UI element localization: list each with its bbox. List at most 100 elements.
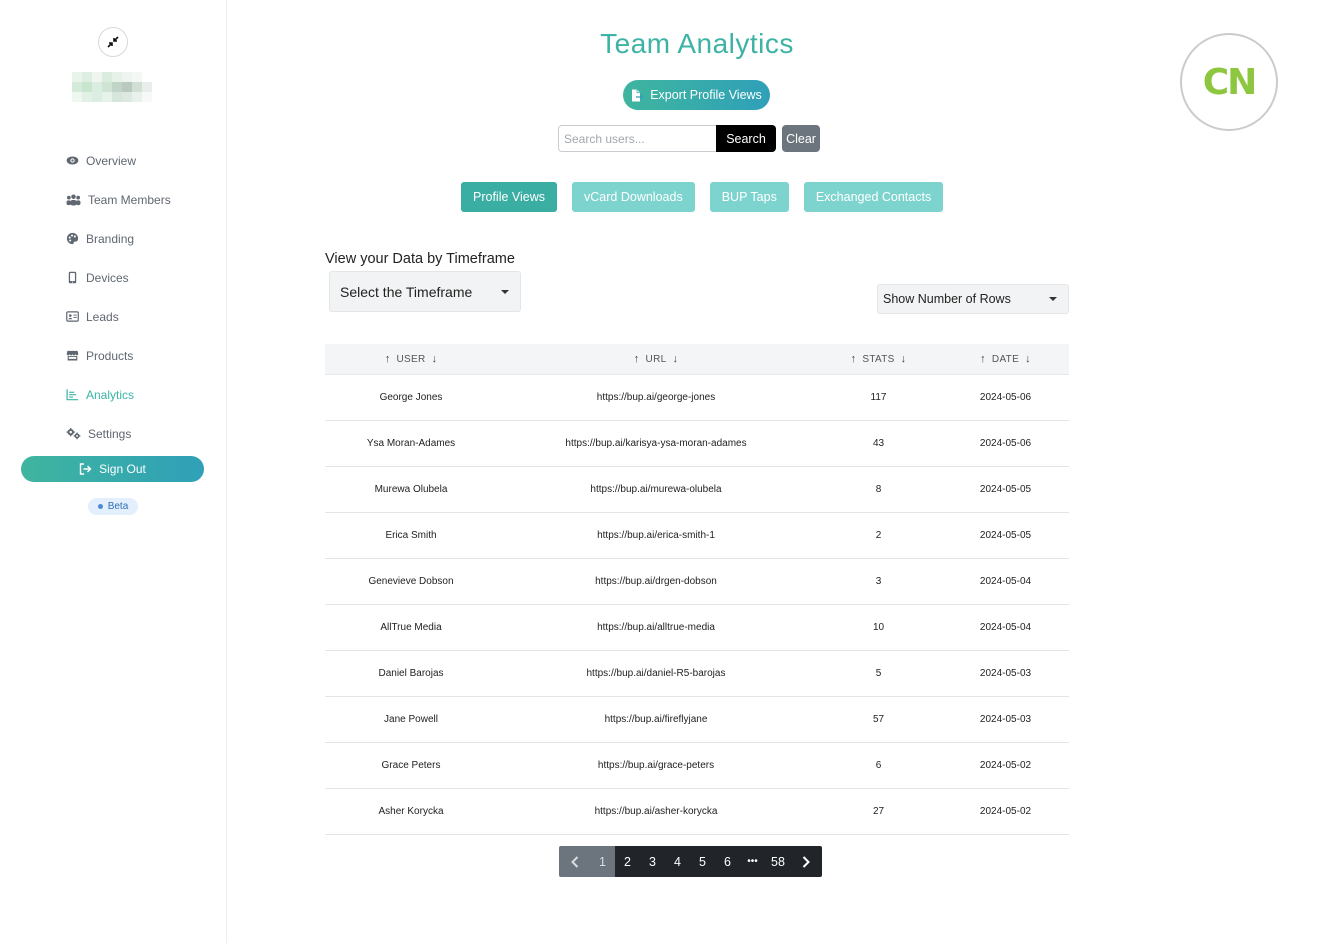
chart-line-icon xyxy=(66,389,79,401)
column-header-user[interactable]: ↑ USER ↓ xyxy=(325,353,497,365)
table-row: Jane Powell https://bup.ai/fireflyjane 5… xyxy=(325,697,1069,743)
sign-out-button[interactable]: Sign Out xyxy=(21,456,204,482)
sort-asc-icon[interactable]: ↑ xyxy=(634,353,640,365)
table-row: AllTrue Media https://bup.ai/alltrue-med… xyxy=(325,605,1069,651)
chevron-left-icon xyxy=(570,855,578,868)
sidebar-item-devices[interactable]: Devices xyxy=(66,258,171,297)
cell-user: George Jones xyxy=(379,392,443,403)
cell-url[interactable]: https://bup.ai/murewa-olubela xyxy=(497,484,815,495)
page-button[interactable]: 3 xyxy=(640,846,665,877)
page-button[interactable]: 4 xyxy=(665,846,690,877)
column-label: DATE xyxy=(991,353,1020,365)
store-icon xyxy=(66,350,79,361)
cell-user: AllTrue Media xyxy=(380,622,442,633)
caret-down-icon xyxy=(501,289,509,294)
sidebar-item-branding[interactable]: Branding xyxy=(66,219,171,258)
cell-date: 2024-05-04 xyxy=(979,622,1032,633)
tab-exchanged-contacts[interactable]: Exchanged Contacts xyxy=(803,182,944,212)
sort-desc-icon[interactable]: ↓ xyxy=(672,353,678,365)
table-row: Grace Peters https://bup.ai/grace-peters… xyxy=(325,743,1069,789)
search-button[interactable]: Search xyxy=(716,125,776,152)
cell-url[interactable]: https://bup.ai/daniel-R5-barojas xyxy=(497,668,815,679)
page-button[interactable]: 6 xyxy=(715,846,740,877)
sidebar-item-settings[interactable]: Settings xyxy=(66,414,171,453)
cell-stats: 3 xyxy=(875,576,882,587)
tab-profile-views[interactable]: Profile Views xyxy=(461,182,558,212)
table-row: Genevieve Dobson https://bup.ai/drgen-do… xyxy=(325,559,1069,605)
chevron-right-icon xyxy=(803,855,811,868)
page-button[interactable]: 2 xyxy=(615,846,640,877)
timeframe-heading: View your Data by Timeframe xyxy=(325,251,515,267)
users-icon xyxy=(66,194,81,206)
next-page-button[interactable] xyxy=(790,846,822,877)
sidebar-item-team-members[interactable]: Team Members xyxy=(66,180,171,219)
cell-url[interactable]: https://bup.ai/fireflyjane xyxy=(497,714,815,725)
timeframe-select[interactable]: Select the Timeframe xyxy=(329,271,521,312)
page-button[interactable]: 58 xyxy=(765,846,791,877)
sidebar-item-label: Analytics xyxy=(86,387,135,402)
page-ellipsis[interactable]: ••• xyxy=(740,846,765,877)
cell-user: Asher Korycka xyxy=(378,806,444,817)
cell-url[interactable]: https://bup.ai/grace-peters xyxy=(497,760,815,771)
page-button[interactable]: 1 xyxy=(590,846,615,877)
column-label: URL xyxy=(645,353,667,365)
cell-url[interactable]: https://bup.ai/alltrue-media xyxy=(497,622,815,633)
table-header: ↑ USER ↓ ↑ URL ↓ ↑ STATS ↓ ↑ DATE ↓ xyxy=(325,344,1069,375)
metric-tabs: Profile Views vCard Downloads BUP Taps E… xyxy=(461,182,944,212)
cell-url[interactable]: https://bup.ai/drgen-dobson xyxy=(497,576,815,587)
eye-icon xyxy=(66,156,79,165)
cell-stats: 57 xyxy=(872,714,885,725)
cell-url[interactable]: https://bup.ai/erica-smith-1 xyxy=(497,530,815,541)
cell-date: 2024-05-06 xyxy=(979,438,1032,449)
tab-vcard-downloads[interactable]: vCard Downloads xyxy=(572,182,695,212)
sidebar-item-overview[interactable]: Overview xyxy=(66,141,171,180)
caret-down-icon xyxy=(1049,297,1057,301)
column-label: USER xyxy=(396,353,426,365)
export-profile-views-button[interactable]: Export Profile Views xyxy=(623,80,770,110)
table-row: Murewa Olubela https://bup.ai/murewa-olu… xyxy=(325,467,1069,513)
beta-badge: Beta xyxy=(88,498,138,515)
column-header-stats[interactable]: ↑ STATS ↓ xyxy=(815,353,942,365)
sort-asc-icon[interactable]: ↑ xyxy=(980,353,986,365)
cell-date: 2024-05-05 xyxy=(979,530,1032,541)
sidebar-item-products[interactable]: Products xyxy=(66,336,171,375)
export-label: Export Profile Views xyxy=(650,88,762,102)
sidebar-item-analytics[interactable]: Analytics xyxy=(66,375,171,414)
cell-date: 2024-05-03 xyxy=(979,714,1032,725)
table-row: Daniel Barojas https://bup.ai/daniel-R5-… xyxy=(325,651,1069,697)
column-header-url[interactable]: ↑ URL ↓ xyxy=(497,353,815,365)
cell-url[interactable]: https://bup.ai/asher-korycka xyxy=(497,806,815,817)
sort-asc-icon[interactable]: ↑ xyxy=(851,353,857,365)
cell-date: 2024-05-02 xyxy=(979,806,1032,817)
cell-date: 2024-05-03 xyxy=(979,668,1032,679)
column-header-date[interactable]: ↑ DATE ↓ xyxy=(942,353,1069,365)
sort-desc-icon[interactable]: ↓ xyxy=(1025,353,1031,365)
gears-icon xyxy=(66,427,81,440)
page-button[interactable]: 5 xyxy=(690,846,715,877)
mobile-icon xyxy=(68,271,77,284)
search-users-input[interactable] xyxy=(558,125,716,152)
cell-user: Jane Powell xyxy=(384,714,438,725)
table-row: Erica Smith https://bup.ai/erica-smith-1… xyxy=(325,513,1069,559)
tab-bup-taps[interactable]: BUP Taps xyxy=(709,182,789,212)
cell-stats: 2 xyxy=(875,530,882,541)
cell-stats: 6 xyxy=(875,760,882,771)
clear-button[interactable]: Clear xyxy=(782,125,820,152)
sort-desc-icon[interactable]: ↓ xyxy=(901,353,907,365)
column-label: STATS xyxy=(862,353,895,365)
sidebar-item-label: Team Members xyxy=(88,192,171,207)
cell-user: Ysa Moran-Adames xyxy=(366,438,456,449)
cell-user: Daniel Barojas xyxy=(378,668,444,679)
cell-stats: 117 xyxy=(870,392,887,403)
sidebar-item-label: Settings xyxy=(88,426,132,441)
palette-icon xyxy=(66,232,79,245)
prev-page-button[interactable] xyxy=(559,846,590,877)
sort-asc-icon[interactable]: ↑ xyxy=(385,353,391,365)
cell-url[interactable]: https://bup.ai/karisya-ysa-moran-adames xyxy=(497,438,815,449)
beta-label: Beta xyxy=(107,501,129,512)
sort-desc-icon[interactable]: ↓ xyxy=(431,353,437,365)
sidebar-item-leads[interactable]: Leads xyxy=(66,297,171,336)
cell-date: 2024-05-02 xyxy=(979,760,1032,771)
cell-url[interactable]: https://bup.ai/george-jones xyxy=(497,392,815,403)
rows-per-page-select[interactable]: Show Number of Rows xyxy=(877,284,1069,314)
